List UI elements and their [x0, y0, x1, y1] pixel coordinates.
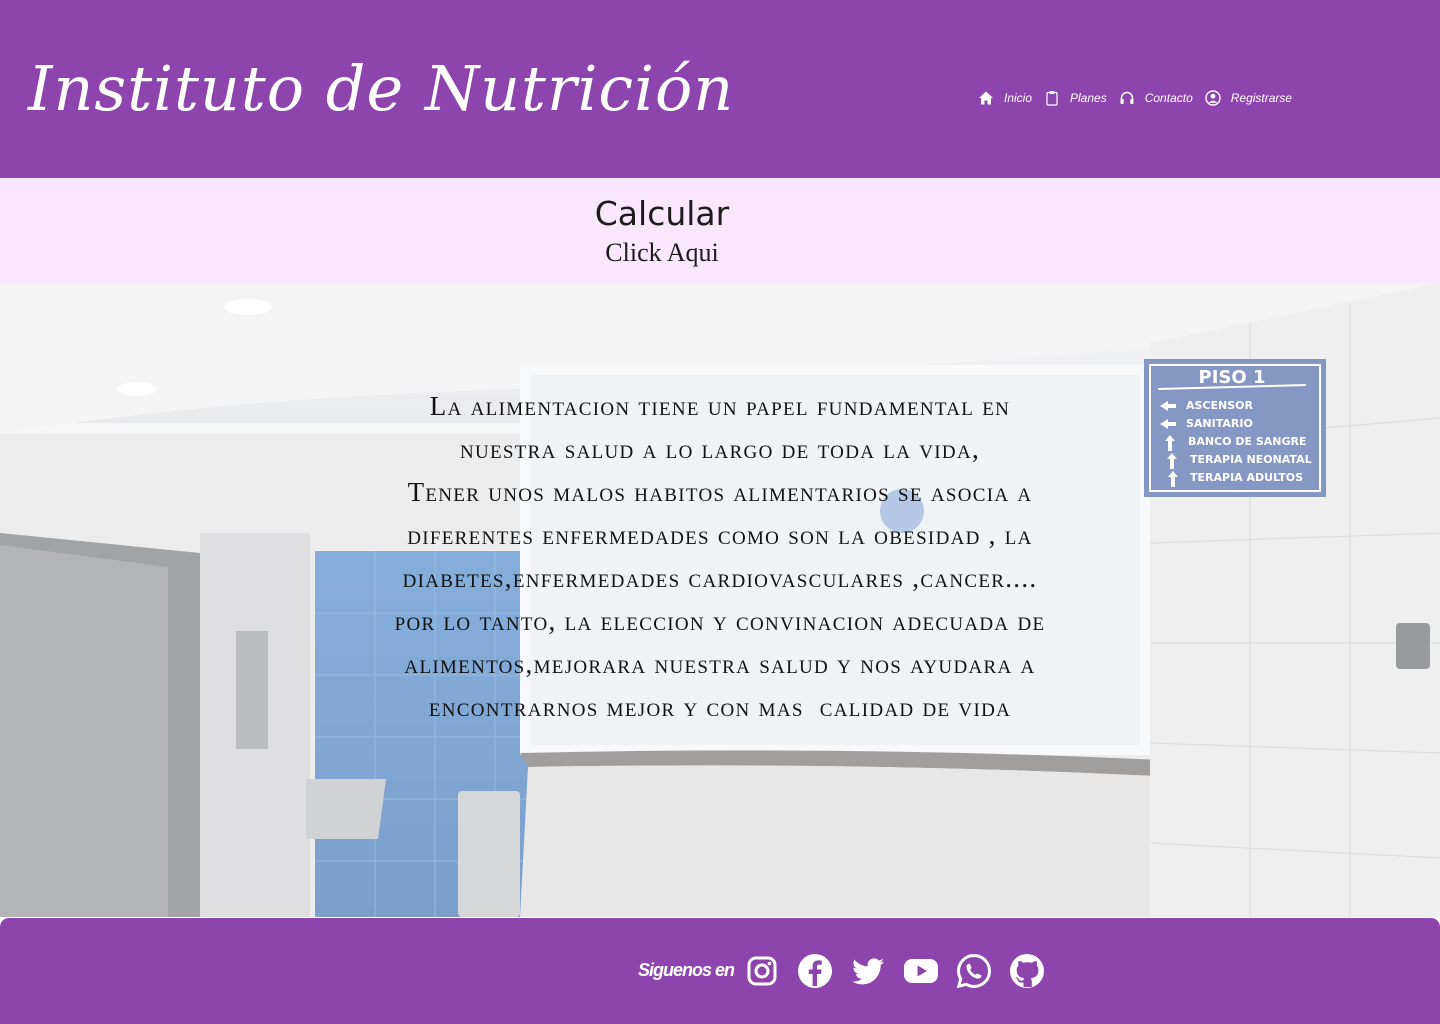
hero-line: La alimentacion tiene un papel fundament… [429, 391, 1011, 421]
hero-section: PISO 1 ASCENSOR SANITARIO BANCO DE SANGR… [0, 283, 1440, 917]
hero-line: diferentes enfermedades como son la obes… [407, 520, 1033, 550]
follow-label: Siguenos en [638, 960, 735, 980]
brand-title[interactable]: Instituto de Nutrición [28, 52, 734, 125]
home-icon [978, 90, 994, 106]
nav-label-inicio: Inicio [1004, 91, 1033, 105]
instagram-icon[interactable] [743, 952, 781, 990]
nav-item-registrarse[interactable]: Registrarse [1205, 90, 1292, 106]
hero-line: encontrarnos mejor y con mas calidad de … [428, 692, 1012, 722]
calculator-link[interactable]: Click Aqui [0, 238, 1324, 268]
hero-line: por lo tanto, la eleccion y convinacion … [394, 606, 1046, 636]
nav-label-planes: Planes [1070, 91, 1107, 105]
nav-item-contacto[interactable]: Contacto [1119, 90, 1193, 106]
hero-line: nuestra salud a lo largo de toda la vida… [459, 434, 981, 464]
hero-message: La alimentacion tiene un papel fundament… [300, 385, 1140, 729]
hero-line: alimentos,mejorara nuestra salud y nos a… [404, 649, 1036, 679]
user-circle-icon [1205, 90, 1221, 106]
hero-line: Tener unos malos habitos alimentarios se… [407, 477, 1033, 507]
twitter-icon[interactable] [849, 952, 887, 990]
youtube-icon[interactable] [902, 952, 940, 990]
github-icon[interactable] [1008, 952, 1046, 990]
clipboard-icon [1044, 90, 1060, 106]
header: Instituto de Nutrición Inicio Planes Con… [0, 0, 1440, 178]
nav-item-planes[interactable]: Planes [1044, 90, 1107, 106]
hero-line: diabetes,enfermedades cardiovasculares ,… [402, 563, 1038, 593]
main-nav: Inicio Planes Contacto Registrarse [978, 88, 1292, 108]
nav-label-registrarse: Registrarse [1230, 91, 1293, 105]
nav-label-contacto: Contacto [1144, 91, 1193, 105]
headphones-icon [1119, 90, 1135, 106]
nav-item-inicio[interactable]: Inicio [978, 90, 1032, 106]
facebook-icon[interactable] [796, 952, 834, 990]
whatsapp-icon[interactable] [955, 952, 993, 990]
calculator-title: Calcular [594, 194, 730, 233]
